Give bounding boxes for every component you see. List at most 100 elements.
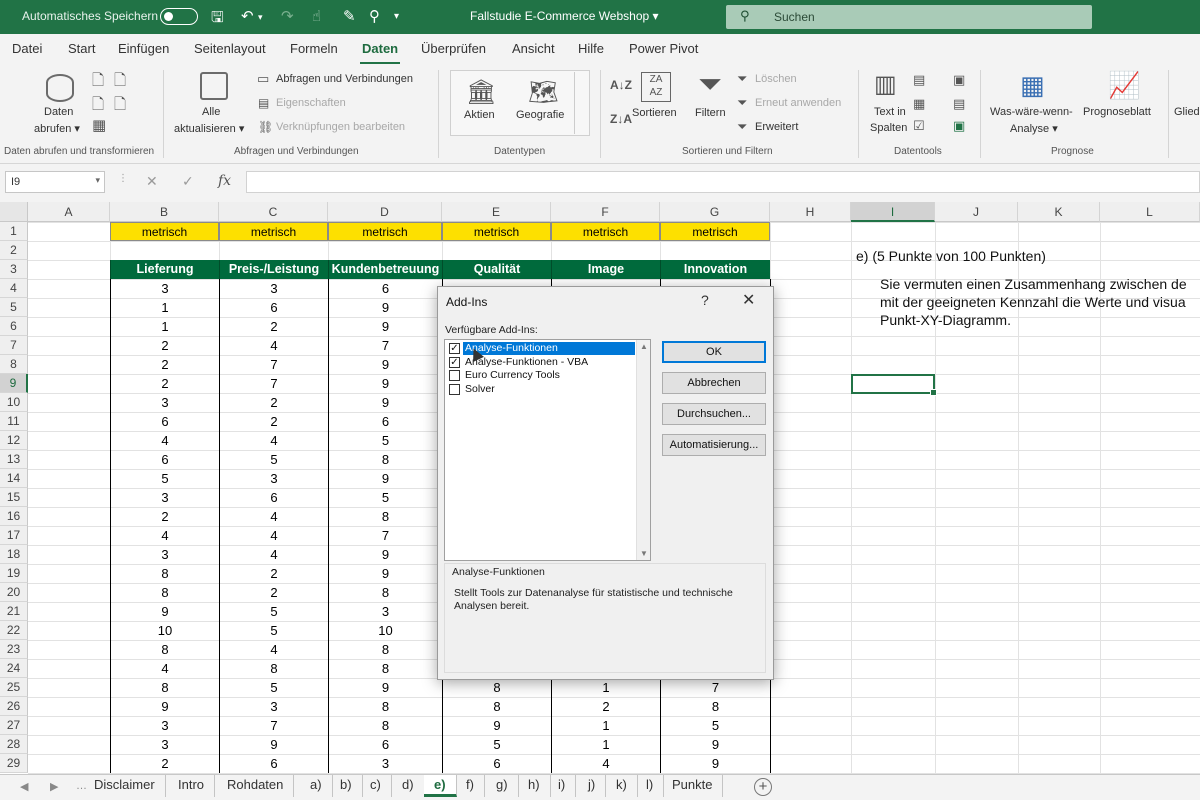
table-cell[interactable]: 3: [110, 393, 219, 412]
row-header-21[interactable]: 21: [0, 602, 28, 621]
sheet-tab-intro[interactable]: Intro: [168, 775, 216, 797]
sheet-tab-h[interactable]: h): [518, 775, 551, 797]
customize-toolbar-icon[interactable]: ▾: [394, 11, 399, 22]
brush-icon[interactable]: ✎: [343, 7, 356, 25]
table-cell[interactable]: 2: [110, 336, 219, 355]
table-cell[interactable]: 8: [328, 659, 442, 678]
table-cell[interactable]: 4: [110, 526, 219, 545]
metric-label-cell[interactable]: metrisch: [219, 222, 328, 241]
next-sheet-icon[interactable]: ▶: [50, 780, 58, 793]
row-header-10[interactable]: 10: [0, 393, 28, 412]
table-cell[interactable]: 4: [219, 640, 328, 659]
table-cell[interactable]: 9: [328, 564, 442, 583]
tab-einfuegen[interactable]: Einfügen: [118, 41, 169, 56]
loeschen-button[interactable]: Löschen: [755, 73, 797, 85]
search-box[interactable]: ⚲ Suchen: [726, 5, 1092, 29]
tab-ansicht[interactable]: Ansicht: [512, 41, 555, 56]
table-cell[interactable]: 5: [442, 735, 551, 754]
table-cell[interactable]: 4: [219, 507, 328, 526]
checkbox-checked-icon[interactable]: ✓: [449, 343, 460, 354]
tab-formeln[interactable]: Formeln: [290, 41, 338, 56]
column-header-b[interactable]: B: [110, 202, 219, 222]
text-in-spalten-label-2[interactable]: Spalten: [870, 122, 907, 134]
geografie-button[interactable]: Geografie: [516, 109, 564, 121]
table-cell[interactable]: 2: [219, 393, 328, 412]
row-header-7[interactable]: 7: [0, 336, 28, 355]
table-cell[interactable]: 5: [328, 431, 442, 450]
table-cell[interactable]: 3: [219, 469, 328, 488]
from-text-icon[interactable]: 🗋: [92, 70, 104, 95]
row-header-24[interactable]: 24: [0, 659, 28, 678]
metric-label-cell[interactable]: metrisch: [551, 222, 660, 241]
addins-list[interactable]: ✓ Analyse-Funktionen ✓ Analyse-Funktionen -…: [444, 339, 651, 561]
table-header-cell[interactable]: Kundenbetreuung: [328, 260, 442, 279]
row-header-23[interactable]: 23: [0, 640, 28, 659]
column-header-f[interactable]: F: [551, 202, 660, 222]
table-cell[interactable]: 1: [110, 298, 219, 317]
browse-button[interactable]: Durchsuchen...: [662, 403, 766, 425]
table-cell[interactable]: 8: [110, 640, 219, 659]
column-header-j[interactable]: J: [935, 202, 1018, 222]
undo-dropdown-icon[interactable]: ▾: [258, 12, 263, 23]
row-header-29[interactable]: 29: [0, 754, 28, 773]
row-header-11[interactable]: 11: [0, 412, 28, 431]
file-name[interactable]: Fallstudie E-Commerce Webshop ▾: [470, 9, 659, 23]
metric-label-cell[interactable]: metrisch: [660, 222, 770, 241]
row-header-20[interactable]: 20: [0, 583, 28, 602]
alle-aktualisieren-label-1[interactable]: Alle: [202, 106, 220, 118]
daten-abrufen-label-1[interactable]: Daten: [44, 106, 73, 118]
sheet-tab-b[interactable]: b): [330, 775, 363, 797]
table-cell[interactable]: 8: [328, 507, 442, 526]
table-header-cell[interactable]: Innovation: [660, 260, 770, 279]
row-header-25[interactable]: 25: [0, 678, 28, 697]
prognoseblatt-button[interactable]: Prognoseblatt: [1083, 106, 1151, 118]
table-cell[interactable]: 4: [551, 754, 660, 773]
table-cell[interactable]: 3: [110, 488, 219, 507]
tab-seitenlayout[interactable]: Seitenlayout: [194, 41, 266, 56]
data-validation-icon[interactable]: ☑: [913, 118, 925, 134]
table-cell[interactable]: 5: [219, 602, 328, 621]
table-header-cell[interactable]: Preis-/Leistung: [219, 260, 328, 279]
table-cell[interactable]: 3: [110, 279, 219, 298]
row-header-14[interactable]: 14: [0, 469, 28, 488]
erweitert-button[interactable]: Erweitert: [755, 121, 798, 133]
save-icon[interactable]: 🖫: [211, 7, 224, 32]
table-cell[interactable]: 5: [219, 678, 328, 697]
queries-icon[interactable]: ▭: [257, 71, 269, 87]
table-cell[interactable]: 6: [110, 450, 219, 469]
table-cell[interactable]: 2: [219, 412, 328, 431]
cancel-button[interactable]: Abbrechen: [662, 372, 766, 394]
sheet-tab-c[interactable]: c): [360, 775, 392, 797]
table-cell[interactable]: 9: [328, 393, 442, 412]
table-cell[interactable]: 7: [219, 374, 328, 393]
table-cell[interactable]: 1: [551, 678, 660, 697]
insert-function-icon[interactable]: fx: [218, 173, 231, 189]
table-cell[interactable]: 5: [328, 488, 442, 507]
automation-button[interactable]: Automatisierung...: [662, 434, 766, 456]
table-cell[interactable]: 1: [551, 735, 660, 754]
close-icon[interactable]: ✕: [742, 290, 755, 310]
table-cell[interactable]: 5: [660, 716, 770, 735]
row-header-2[interactable]: 2: [0, 241, 28, 260]
table-cell[interactable]: 6: [110, 412, 219, 431]
row-header-22[interactable]: 22: [0, 621, 28, 640]
table-cell[interactable]: 4: [110, 659, 219, 678]
table-cell[interactable]: 7: [219, 716, 328, 735]
table-cell[interactable]: 9: [328, 678, 442, 697]
row-header-26[interactable]: 26: [0, 697, 28, 716]
table-cell[interactable]: 3: [328, 754, 442, 773]
table-cell[interactable]: 3: [219, 697, 328, 716]
table-cell[interactable]: 4: [219, 545, 328, 564]
table-cell[interactable]: 6: [442, 754, 551, 773]
table-cell[interactable]: 8: [110, 564, 219, 583]
column-header-g[interactable]: G: [660, 202, 770, 222]
existing-connections-icon[interactable]: ▦: [92, 116, 106, 134]
checkbox-icon[interactable]: [449, 370, 460, 381]
geography-icon[interactable]: 🗺: [528, 78, 558, 107]
table-cell[interactable]: 4: [219, 526, 328, 545]
sort-az-icon[interactable]: A↓Z: [610, 78, 632, 92]
sheet-tab-rohdaten[interactable]: Rohdaten: [217, 775, 295, 797]
table-cell[interactable]: 2: [219, 564, 328, 583]
table-cell[interactable]: 6: [219, 298, 328, 317]
table-cell[interactable]: 9: [442, 716, 551, 735]
